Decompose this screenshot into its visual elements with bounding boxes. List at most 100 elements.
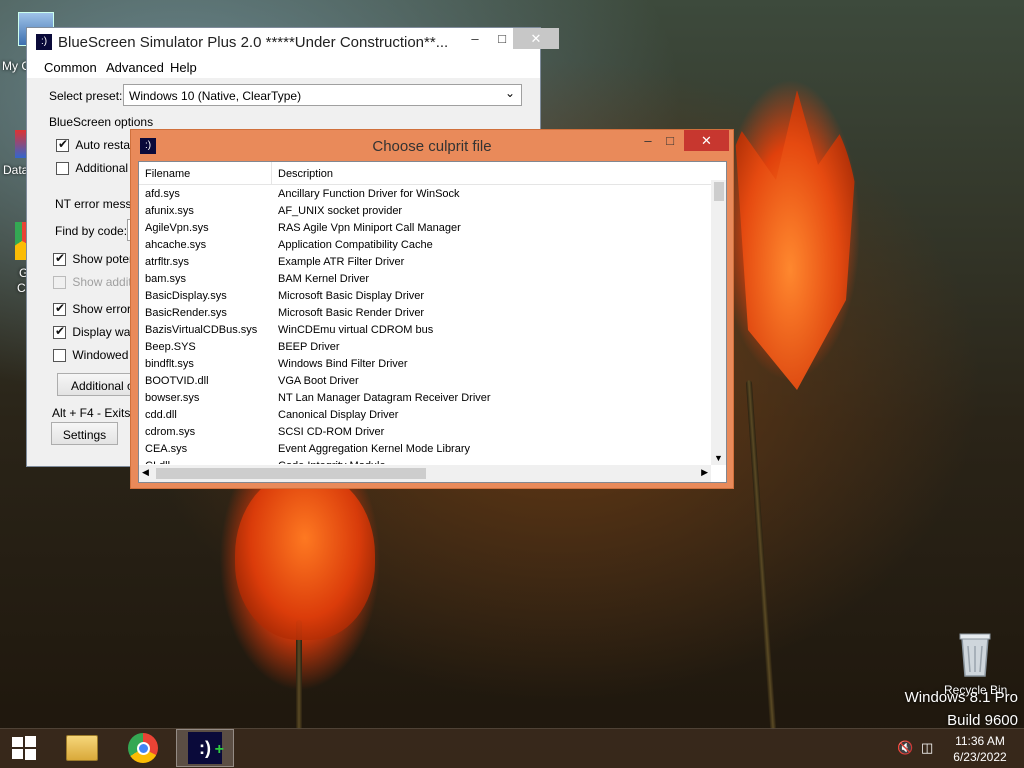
chevron-down-icon: ⌄: [504, 86, 515, 100]
filename-cell: bowser.sys: [145, 392, 200, 404]
description-cell: BEEP Driver: [278, 341, 340, 353]
filename-cell: afd.sys: [145, 188, 180, 200]
list-item[interactable]: atrfltr.sys Example ATR Filter Driver: [139, 254, 708, 271]
description-cell: BAM Kernel Driver: [278, 273, 370, 285]
list-item[interactable]: cdd.dll Canonical Display Driver: [139, 407, 708, 424]
description-cell: RAS Agile Vpn Miniport Call Manager: [278, 222, 461, 234]
list-item[interactable]: BOOTVID.dll VGA Boot Driver: [139, 373, 708, 390]
description-cell: Microsoft Basic Render Driver: [278, 307, 425, 319]
culprit-file-list[interactable]: Filename Description afd.sys Ancillary Fu…: [138, 161, 727, 483]
list-item[interactable]: bowser.sys NT Lan Manager Datagram Receiv…: [139, 390, 708, 407]
scroll-left-icon[interactable]: ◀: [142, 467, 149, 478]
filename-cell: AgileVpn.sys: [145, 222, 209, 234]
bluescreen-options-label: BlueScreen options: [49, 115, 154, 129]
checkbox-box[interactable]: [53, 324, 66, 340]
column-divider[interactable]: [271, 162, 272, 185]
watermark-edition: Windows 8.1 Pro: [904, 689, 1018, 706]
list-item[interactable]: BasicRender.sys Microsoft Basic Render Dr…: [139, 305, 708, 322]
dialog-title-bar[interactable]: :) Choose culprit file – □ ✕: [131, 130, 733, 160]
desktop-icon-label: Data: [3, 163, 29, 177]
filename-cell: cdd.dll: [145, 409, 177, 421]
menu-advanced[interactable]: Advanced: [106, 60, 164, 75]
menu-common[interactable]: Common: [44, 60, 97, 75]
minimize-button[interactable]: –: [636, 130, 660, 151]
description-cell: Event Aggregation Kernel Mode Library: [278, 443, 471, 455]
volume-muted-icon[interactable]: 🔇: [897, 740, 913, 756]
description-cell: WinCDEmu virtual CDROM bus: [278, 324, 434, 336]
filename-cell: cdrom.sys: [145, 426, 196, 438]
flower-stem: [745, 380, 777, 730]
checkbox-box: [53, 276, 66, 290]
horizontal-scrollbar[interactable]: ◀ ▶: [139, 465, 711, 482]
settings-button[interactable]: Settings: [51, 422, 118, 445]
button-label: Settings: [62, 428, 107, 442]
tulip-flower: [235, 470, 375, 640]
description-cell: Code Integrity Module: [278, 460, 386, 464]
title-bar[interactable]: :) BlueScreen Simulator Plus 2.0 *****Un…: [27, 28, 559, 56]
vertical-scrollbar[interactable]: ▼: [711, 180, 726, 465]
display-watermark-checkbox[interactable]: Display wate: [53, 324, 140, 340]
show-additional-checkbox: Show additio: [53, 275, 141, 290]
scrollbar-thumb[interactable]: [156, 468, 426, 479]
scrollbar-thumb[interactable]: [714, 182, 724, 201]
filename-cell: CEA.sys: [145, 443, 188, 455]
close-button[interactable]: ✕: [684, 130, 729, 151]
column-header-description[interactable]: Description: [278, 168, 333, 180]
list-item[interactable]: BasicDisplay.sys Microsoft Basic Display …: [139, 288, 708, 305]
preset-select[interactable]: Windows 10 (Native, ClearType) ⌄: [123, 84, 522, 106]
filename-cell: atrfltr.sys: [145, 256, 190, 268]
checkbox-label: Auto restart: [75, 138, 138, 152]
minimize-button[interactable]: –: [463, 28, 487, 49]
file-explorer-taskbar-button[interactable]: [57, 729, 107, 767]
list-item[interactable]: bindflt.sys Windows Bind Filter Driver: [139, 356, 708, 373]
list-item[interactable]: bam.sys BAM Kernel Driver: [139, 271, 708, 288]
list-item[interactable]: AgileVpn.sys RAS Agile Vpn Miniport Call …: [139, 220, 708, 237]
start-button[interactable]: [0, 729, 48, 767]
bluescreen-taskbar-button[interactable]: :) +: [176, 729, 234, 767]
description-cell: Application Compatibility Cache: [278, 239, 433, 251]
network-icon[interactable]: ◫: [921, 740, 937, 756]
filename-cell: afunix.sys: [145, 205, 194, 217]
scroll-right-icon[interactable]: ▶: [701, 467, 708, 478]
filename-cell: BasicDisplay.sys: [145, 290, 227, 302]
list-item[interactable]: CEA.sys Event Aggregation Kernel Mode Lib…: [139, 441, 708, 458]
description-cell: Example ATR Filter Driver: [278, 256, 405, 268]
windowed-mode-checkbox[interactable]: Windowed m: [53, 348, 142, 363]
list-item[interactable]: afd.sys Ancillary Function Driver for Win…: [139, 186, 708, 203]
chrome-taskbar-button[interactable]: [118, 729, 168, 767]
checkbox-box[interactable]: [56, 162, 69, 176]
menu-help[interactable]: Help: [170, 60, 197, 75]
recycle-bin-icon[interactable]: [956, 632, 994, 678]
clock-date: 6/23/2022: [953, 750, 1007, 764]
additional-options-button[interactable]: Additional op: [57, 373, 137, 396]
app-icon: :): [36, 34, 52, 50]
list-item[interactable]: ahcache.sys Application Compatibility Cac…: [139, 237, 708, 254]
filename-cell: CI.dll: [145, 460, 170, 464]
description-cell: Canonical Display Driver: [278, 409, 399, 421]
checkbox-box[interactable]: [53, 349, 66, 363]
tulip-flower: [734, 90, 860, 390]
window-title: BlueScreen Simulator Plus 2.0 *****Under…: [58, 34, 449, 51]
windows-logo-icon: [12, 736, 36, 760]
maximize-button[interactable]: □: [490, 28, 514, 49]
show-error-checkbox[interactable]: Show error d: [53, 301, 141, 317]
description-cell: Ancillary Function Driver for WinSock: [278, 188, 460, 200]
list-item[interactable]: afunix.sys AF_UNIX socket provider: [139, 203, 708, 220]
column-header-filename[interactable]: Filename: [145, 168, 190, 180]
list-item[interactable]: cdrom.sys SCSI CD-ROM Driver: [139, 424, 708, 441]
checkbox-box[interactable]: [53, 251, 66, 267]
scroll-down-icon[interactable]: ▼: [714, 453, 723, 463]
close-button[interactable]: ✕: [513, 28, 559, 49]
maximize-button[interactable]: □: [658, 130, 682, 151]
clock-time: 11:36 AM: [955, 734, 1005, 748]
system-clock[interactable]: 11:36 AM 6/23/2022: [944, 733, 1016, 765]
list-item[interactable]: BazisVirtualCDBus.sys WinCDEmu virtual CD…: [139, 322, 708, 339]
auto-restart-checkbox[interactable]: Auto restart: [56, 137, 138, 153]
checkbox-box[interactable]: [53, 301, 66, 317]
list-item[interactable]: CI.dll Code Integrity Module: [139, 458, 708, 464]
preset-label: Select preset:: [49, 89, 123, 103]
checkbox-box[interactable]: [56, 137, 69, 153]
list-item[interactable]: Beep.SYS BEEP Driver: [139, 339, 708, 356]
description-cell: VGA Boot Driver: [278, 375, 359, 387]
show-potential-checkbox[interactable]: Show potent: [53, 251, 139, 267]
